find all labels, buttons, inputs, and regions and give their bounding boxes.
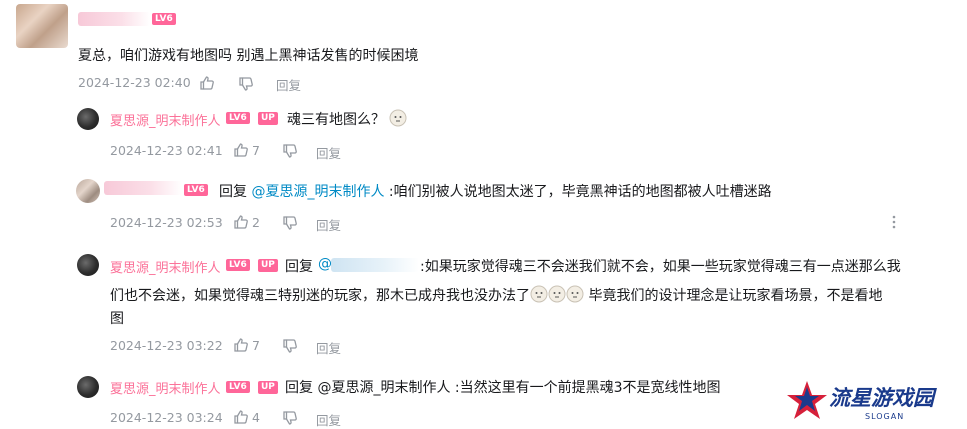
emoji-icon xyxy=(566,285,584,303)
reply-button[interactable]: 回复 xyxy=(316,410,341,429)
watermark-title: 流星游戏园 xyxy=(829,386,937,410)
like-count: 7 xyxy=(252,338,260,353)
up-badge: UP xyxy=(258,259,278,272)
thumb-up-icon[interactable] xyxy=(233,337,249,353)
reply-time: 2024-12-23 02:41 xyxy=(110,143,223,158)
username-blurred[interactable] xyxy=(78,12,150,26)
avatar[interactable] xyxy=(77,108,99,130)
thumb-down-icon[interactable] xyxy=(282,410,298,426)
avatar[interactable] xyxy=(76,179,100,203)
reply-text: 回复 @夏思源_明末制作人 :当然这里有一个前提黑魂3不是宽线性地图 xyxy=(285,380,721,396)
reply-text-line2: 们也不会迷，如果觉得魂三特别迷的玩家，那木已成舟我也没办法了 毕竟我们的设计理念… xyxy=(110,285,882,305)
thumb-up-icon[interactable] xyxy=(233,409,249,425)
thumb-up-icon[interactable] xyxy=(233,214,249,230)
username-blurred[interactable] xyxy=(104,181,182,195)
level-badge: LV6 xyxy=(152,13,176,25)
watermark-subtitle: SLOGAN xyxy=(865,412,904,421)
up-badge: UP xyxy=(258,112,278,125)
up-badge: UP xyxy=(258,381,278,394)
level-badge: LV6 xyxy=(184,184,208,196)
like-count: 2 xyxy=(252,215,260,230)
reply-text: 魂三有地图么？ xyxy=(287,109,407,129)
mention-blurred[interactable] xyxy=(331,258,419,272)
reply-button[interactable]: 回复 xyxy=(276,75,301,94)
like-count: 4 xyxy=(252,410,260,425)
level-badge: LV6 xyxy=(226,112,250,124)
mention-link[interactable]: @ xyxy=(318,256,332,272)
reply-button[interactable]: 回复 xyxy=(316,215,341,234)
thumb-down-icon[interactable] xyxy=(282,215,298,231)
reply-text-line3: 图 xyxy=(110,311,124,327)
comment-time: 2024-12-23 02:40 xyxy=(78,75,191,90)
like-count: 7 xyxy=(252,143,260,158)
avatar[interactable] xyxy=(77,254,99,276)
reply-button[interactable]: 回复 xyxy=(316,143,341,162)
reply-time: 2024-12-23 02:53 xyxy=(110,215,223,230)
level-badge: LV6 xyxy=(226,381,250,393)
avatar[interactable] xyxy=(77,376,99,398)
reply-text-line1: :如果玩家觉得魂三不会迷我们就不会，如果一些玩家觉得魂三有一点迷那么我 xyxy=(420,259,901,275)
emoji-icon xyxy=(389,109,407,127)
username[interactable]: 夏思源_明末制作人 xyxy=(110,378,221,397)
comment-text: 夏总，咱们游戏有地图吗 别遇上黑神话发售的时候困境 xyxy=(78,48,419,64)
thumb-up-icon[interactable] xyxy=(233,142,249,158)
emoji-icon xyxy=(548,285,566,303)
username[interactable]: 夏思源_明末制作人 xyxy=(110,257,221,276)
reply-button[interactable]: 回复 xyxy=(316,338,341,357)
emoji-icon xyxy=(530,285,548,303)
reply-prefix: 回复 xyxy=(285,259,313,275)
mention-link[interactable]: @夏思源_明末制作人 xyxy=(251,184,384,200)
thumb-down-icon[interactable] xyxy=(282,143,298,159)
avatar[interactable] xyxy=(16,4,68,48)
username[interactable]: 夏思源_明末制作人 xyxy=(110,110,221,129)
reply-time: 2024-12-23 03:22 xyxy=(110,338,223,353)
reply-time: 2024-12-23 03:24 xyxy=(110,410,223,425)
thumb-down-icon[interactable] xyxy=(282,338,298,354)
thumb-up-icon[interactable] xyxy=(199,75,215,91)
level-badge: LV6 xyxy=(226,259,250,271)
more-icon[interactable] xyxy=(886,214,902,230)
thumb-down-icon[interactable] xyxy=(238,76,254,92)
watermark-logo: 流星游戏园 SLOGAN xyxy=(785,377,960,425)
reply-text: 回复 @夏思源_明末制作人 :咱们别被人说地图太迷了，毕竟黑神话的地图都被人吐槽… xyxy=(219,184,772,200)
